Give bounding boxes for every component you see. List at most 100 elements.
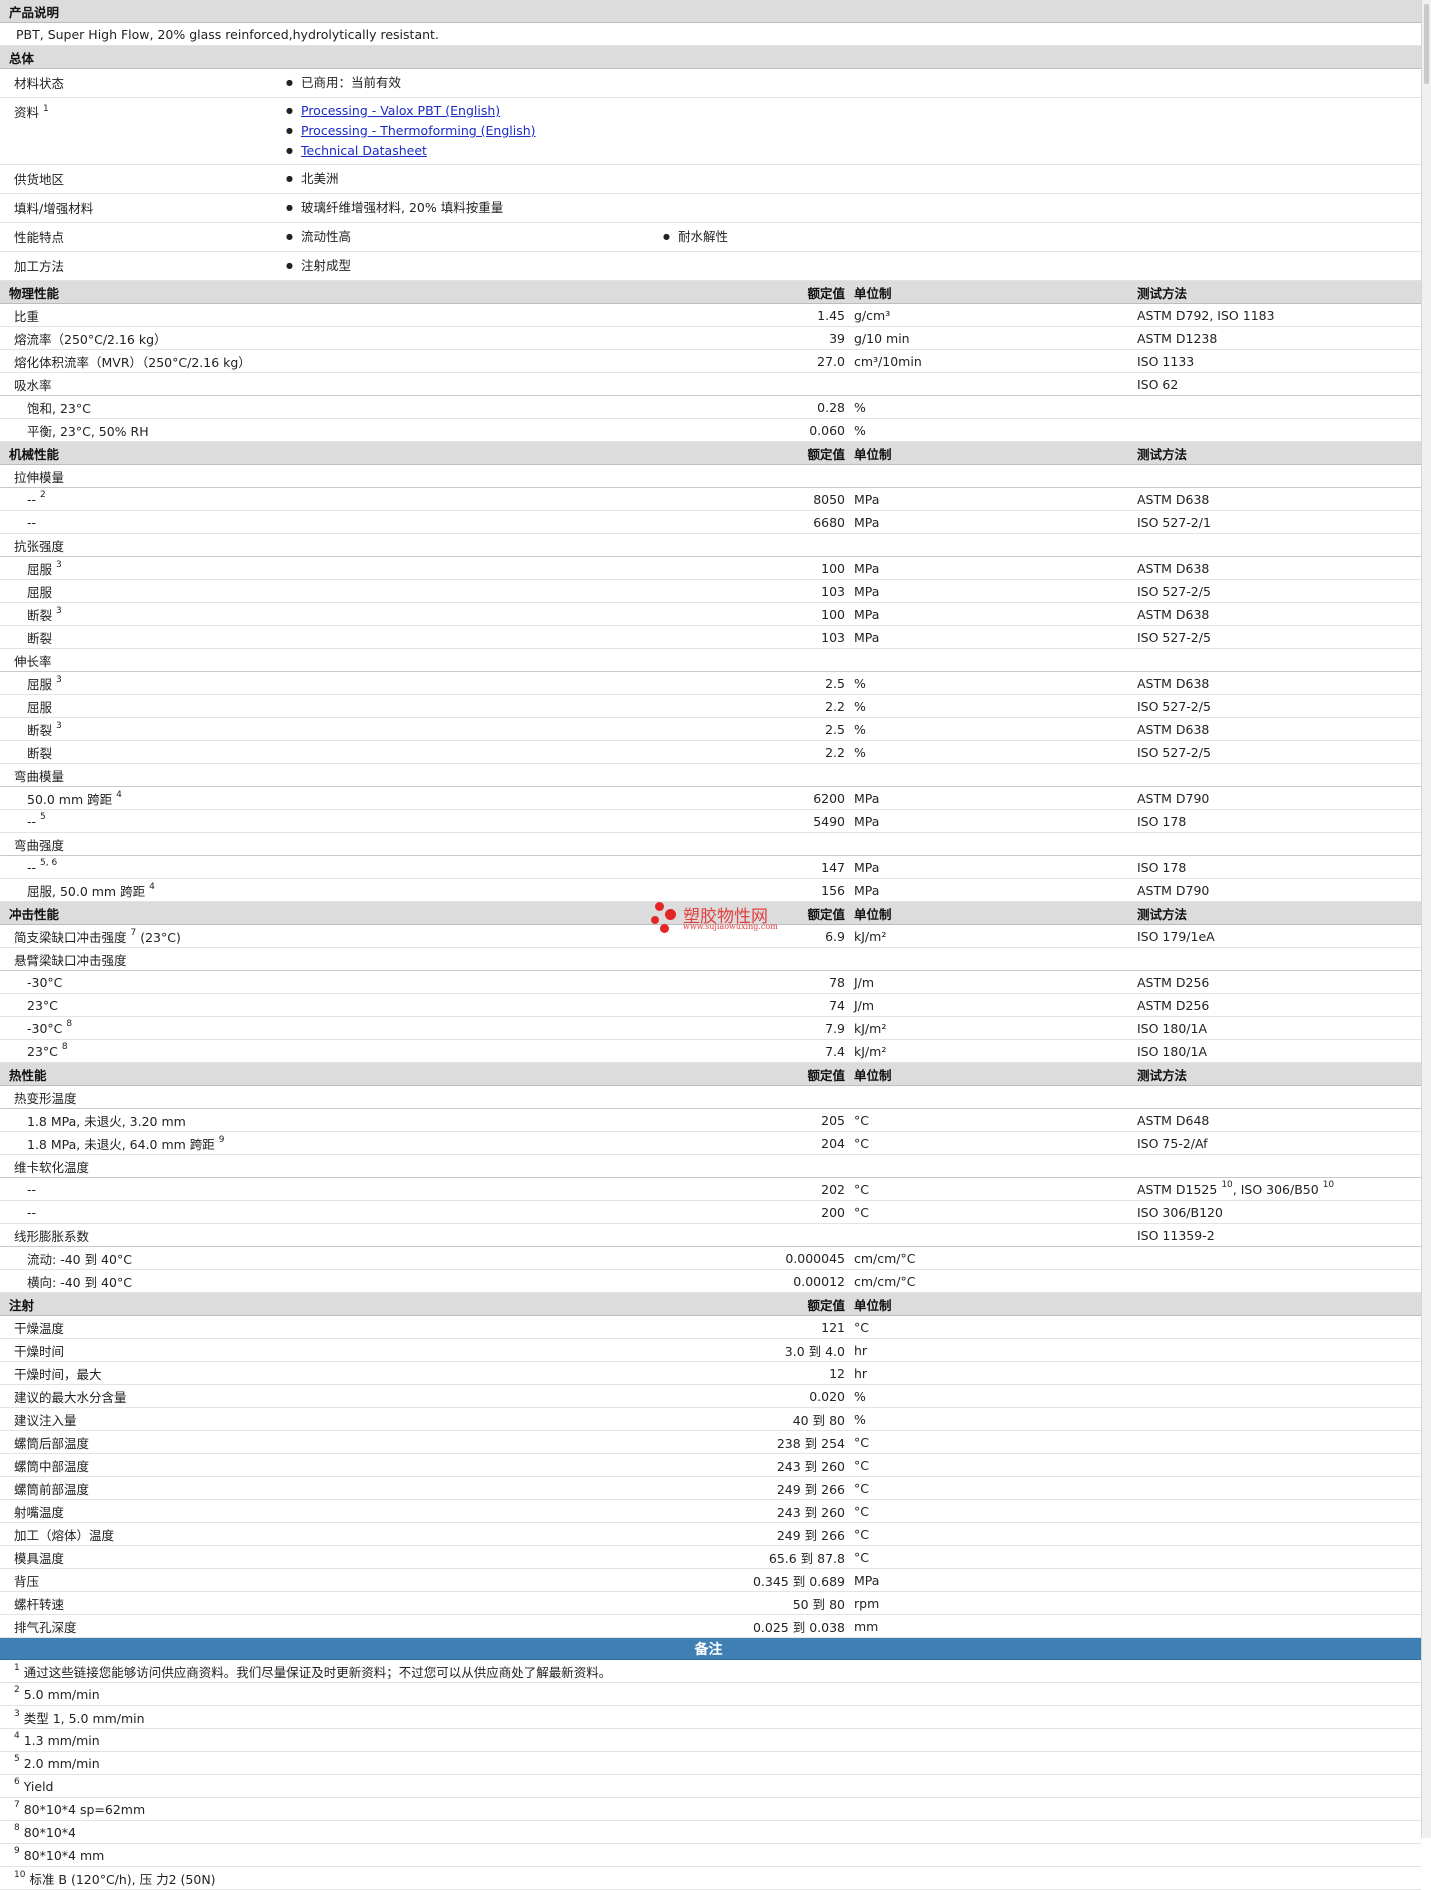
property-row: 23°C 8 7.4 kJ/m² ISO 180/1A [0, 1039, 1422, 1063]
property-unit [851, 648, 1137, 672]
test-method: ASTM D790 [1137, 882, 1210, 898]
footnote-row: 1 通过这些链接您能够访问供应商资料。我们尽量保证及时更新资料；不过您可以从供应… [0, 1659, 1422, 1683]
property-label: -- [27, 1181, 37, 1197]
property-value: 8050 [285, 487, 851, 511]
test-method: ASTM D256 [1137, 997, 1210, 1013]
test-method: ISO 11359-2 [1137, 1227, 1215, 1243]
property-unit: % [851, 418, 1137, 442]
property-value: 103 [285, 579, 851, 603]
property-label: 饱和, 23°C [27, 400, 91, 416]
property-label: 屈服, 50.0 mm 跨距 [27, 883, 146, 899]
property-group-row: 弯曲模量 [0, 763, 1422, 787]
property-row: -- 5 5490 MPa ISO 178 [0, 809, 1422, 833]
property-label: 线形膨胀系数 [14, 1228, 90, 1244]
property-unit: hr [851, 1361, 1137, 1385]
test-method: ASTM D1238 [1137, 330, 1218, 346]
col-header-test: 测试方法 [1137, 1062, 1422, 1086]
property-unit: % [851, 717, 1137, 741]
section-title: 机械性能 [0, 441, 285, 465]
scrollbar-thumb[interactable] [1424, 4, 1429, 84]
property-row: -- 200 °C ISO 306/B120 [0, 1200, 1422, 1224]
property-unit [851, 947, 1137, 971]
property-value: 202 [285, 1177, 851, 1201]
property-value: 3.0 到 4.0 [285, 1338, 851, 1362]
property-label: 加工（熔体）温度 [14, 1527, 115, 1543]
datasheet-table: 产品说明 PBT, Super High Flow, 20% glass rei… [0, 0, 1422, 1890]
property-row: 干燥温度 121 °C [0, 1315, 1422, 1339]
property-unit [851, 372, 1137, 396]
property-row: 射嘴温度 243 到 260 °C [0, 1499, 1422, 1523]
property-label: 平衡, 23°C, 50% RH [27, 423, 149, 439]
property-label: 螺筒中部温度 [14, 1458, 90, 1474]
property-value [285, 648, 851, 672]
property-label: 断裂 [27, 607, 53, 623]
link-processing-thermoforming[interactable]: Processing - Thermoforming (English) [301, 123, 536, 138]
footnote-number: 9 [14, 1846, 20, 1857]
property-label: 横向: -40 到 40°C [27, 1274, 132, 1290]
property-group-row: 热变形温度 [0, 1085, 1422, 1109]
footnote-text: 80*10*4 mm [23, 1847, 105, 1863]
footnote-row: 10 标准 B (120°C/h), 压 力2 (50N) [0, 1866, 1422, 1890]
property-row: 1.8 MPa, 未退火, 3.20 mm 205 °C ASTM D648 [0, 1108, 1422, 1132]
property-label: 建议的最大水分含量 [14, 1389, 127, 1405]
property-row: 50.0 mm 跨距 4 6200 MPa ASTM D790 [0, 786, 1422, 810]
property-row: 干燥时间，最大 12 hr [0, 1361, 1422, 1385]
property-value: 249 到 266 [285, 1522, 851, 1546]
property-value [285, 372, 851, 396]
footnote-ref: 1 [43, 103, 49, 114]
property-value: 7.9 [285, 1016, 851, 1040]
test-method: ASTM D638 [1137, 675, 1210, 691]
test-method: ASTM D792, ISO 1183 [1137, 307, 1275, 323]
property-unit: cm³/10min [851, 349, 1137, 373]
property-label: 热变形温度 [14, 1090, 77, 1106]
property-unit: J/m [851, 993, 1137, 1017]
property-label: 螺筒后部温度 [14, 1435, 90, 1451]
footnote-row: 4 1.3 mm/min [0, 1728, 1422, 1752]
link-processing-valox[interactable]: Processing - Valox PBT (English) [301, 103, 500, 118]
general-label: 资料 [14, 105, 40, 120]
property-unit: °C [851, 1522, 1137, 1546]
property-label: 23°C [27, 1043, 58, 1059]
test-method: ISO 180/1A [1137, 1020, 1208, 1036]
property-unit [851, 832, 1137, 856]
property-label: 弯曲模量 [14, 768, 65, 784]
property-row: 屈服 3 100 MPa ASTM D638 [0, 556, 1422, 580]
footnote-ref: 5 [40, 812, 46, 823]
col-header-test: 测试方法 [1137, 280, 1422, 304]
property-row: 建议的最大水分含量 0.020% [0, 1384, 1422, 1408]
col-header-test: 测试方法 [1137, 901, 1422, 925]
property-value: 2.2 [285, 694, 851, 718]
property-label: 干燥温度 [14, 1320, 65, 1336]
datasheet: 产品说明 PBT, Super High Flow, 20% glass rei… [0, 0, 1422, 1890]
property-unit: % [851, 694, 1137, 718]
section-title: 冲击性能 [0, 901, 285, 925]
property-group-row: 拉伸模量 [0, 464, 1422, 488]
property-group-row: 线形膨胀系数 ISO 11359-2 [0, 1223, 1422, 1247]
col-header-unit: 单位制 [851, 1062, 1137, 1086]
col-header-unit: 单位制 [851, 1292, 1137, 1316]
property-unit [851, 1085, 1137, 1109]
test-method: ISO 178 [1137, 813, 1187, 829]
section-title: 总体 [0, 45, 1422, 69]
test-method: ISO 180/1A [1137, 1043, 1208, 1059]
footnote-row: 8 80*10*4 [0, 1820, 1422, 1844]
link-technical-datasheet[interactable]: Technical Datasheet [301, 143, 427, 158]
col-header-rated: 额定值 [285, 280, 851, 304]
property-value: 27.0 [285, 349, 851, 373]
section-header-general: 总体 [0, 45, 1422, 69]
property-value: 0.345 到 0.689 [285, 1568, 851, 1592]
property-row: 螺筒后部温度 238 到 254 °C [0, 1430, 1422, 1454]
property-value: 205 [285, 1108, 851, 1132]
property-label: 简支梁缺口冲击强度 [14, 929, 127, 945]
property-value [285, 763, 851, 787]
property-row: 横向: -40 到 40°C 0.00012 cm/cm/°C [0, 1269, 1422, 1293]
property-value: 78 [285, 970, 851, 994]
property-unit: °C [851, 1200, 1137, 1224]
general-label: 加工方法 [0, 251, 285, 281]
vertical-scrollbar[interactable] [1421, 0, 1431, 1838]
property-row: 排气孔深度 0.025 到 0.038 mm [0, 1614, 1422, 1638]
property-row: -- 2 8050 MPa ASTM D638 [0, 487, 1422, 511]
property-unit: °C [851, 1315, 1137, 1339]
property-value: 50 到 80 [285, 1591, 851, 1615]
property-row: 屈服 2.2% ISO 527-2/5 [0, 694, 1422, 718]
